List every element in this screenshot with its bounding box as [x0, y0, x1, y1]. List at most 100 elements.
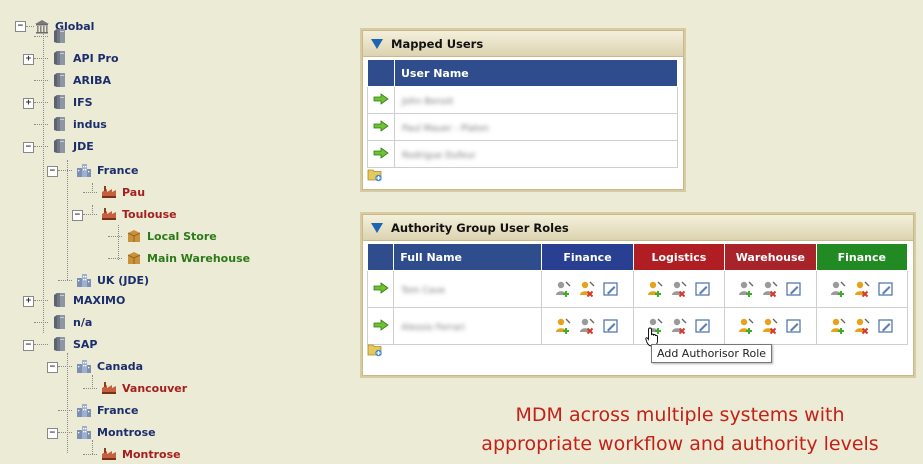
authority-table: Full Name Finance Logistics Warehouse Finan…: [366, 243, 909, 345]
column-header-group[interactable]: Warehouse: [724, 243, 817, 271]
collapse-toggle[interactable]: −: [47, 166, 58, 177]
collapse-toggle[interactable]: −: [47, 362, 58, 373]
tree-node-label: SAP: [73, 337, 98, 351]
tree-node[interactable]: Vancouver: [101, 378, 187, 398]
remove-role-icon[interactable]: [578, 317, 596, 335]
add-authorisor-role-icon[interactable]: [829, 280, 847, 298]
column-header-full-name[interactable]: Full Name: [393, 243, 543, 271]
server-icon: [52, 28, 68, 44]
mapped-users-header[interactable]: Mapped Users: [363, 31, 683, 57]
column-header-group[interactable]: Logistics: [632, 243, 726, 271]
tree-node[interactable]: Local Store: [126, 226, 217, 246]
remove-role-icon[interactable]: [670, 280, 688, 298]
edit-role-icon[interactable]: [694, 280, 712, 298]
expand-toggle[interactable]: +: [23, 98, 34, 109]
tree-node[interactable]: JDE: [52, 136, 94, 156]
authority-header[interactable]: Authority Group User Roles: [363, 215, 913, 241]
full-name: Tom Cave: [401, 285, 446, 296]
tree-node[interactable]: Toulouse: [101, 204, 177, 224]
collapse-toggle[interactable]: −: [72, 210, 83, 221]
column-header-user-name[interactable]: User Name: [394, 59, 678, 87]
tree-connector: [58, 432, 72, 433]
tree-node[interactable]: Canada: [76, 356, 143, 376]
tree-connector: [92, 375, 93, 389]
select-arrow-icon[interactable]: [373, 119, 389, 135]
select-arrow-icon[interactable]: [373, 318, 389, 334]
edit-role-icon[interactable]: [694, 317, 712, 335]
edit-role-icon[interactable]: [785, 317, 803, 335]
building-icon: [76, 402, 92, 418]
table-row[interactable]: John Benoit: [367, 86, 678, 114]
add-authorisor-role-icon[interactable]: [554, 317, 572, 335]
table-row[interactable]: Rodrigue Dufeur: [367, 140, 678, 168]
tree-node[interactable]: MAXIMO: [52, 290, 125, 310]
select-arrow-icon[interactable]: [373, 281, 389, 297]
server-icon: [52, 72, 68, 88]
edit-role-icon[interactable]: [877, 280, 895, 298]
select-arrow-icon[interactable]: [373, 92, 389, 108]
box-icon: [126, 250, 142, 266]
tree-node[interactable]: UK (JDE): [76, 270, 149, 290]
server-icon: [52, 50, 68, 66]
add-user-icon[interactable]: [367, 166, 383, 182]
tree-node-label: Local Store: [147, 229, 217, 243]
collapse-triangle-icon[interactable]: [371, 222, 383, 233]
collapse-toggle[interactable]: −: [47, 428, 58, 439]
tree-node[interactable]: France: [76, 400, 138, 420]
add-authorisor-role-icon[interactable]: [737, 317, 755, 335]
column-header-group[interactable]: Finance: [541, 243, 634, 271]
mapped-users-panel: Mapped Users User Name John Benoit Paul M…: [362, 30, 684, 190]
tree-node[interactable]: Montrose: [101, 444, 181, 464]
box-icon: [126, 228, 142, 244]
remove-role-icon[interactable]: [761, 280, 779, 298]
expand-toggle[interactable]: +: [23, 296, 34, 307]
add-authorisor-role-icon[interactable]: [554, 280, 572, 298]
expand-toggle[interactable]: +: [23, 54, 34, 65]
server-icon: [52, 116, 68, 132]
tree-connector: [83, 388, 97, 389]
collapse-toggle[interactable]: −: [23, 340, 34, 351]
edit-role-icon[interactable]: [785, 280, 803, 298]
select-arrow-icon[interactable]: [373, 146, 389, 162]
add-authorisor-role-icon[interactable]: [829, 317, 847, 335]
table-row[interactable]: Paul Mauer - Platon: [367, 113, 678, 141]
collapse-triangle-icon[interactable]: [371, 38, 383, 49]
full-name: Alessio Ferrari: [401, 322, 465, 333]
tree-connector: [118, 225, 119, 260]
table-row[interactable]: Alessio Ferrari: [366, 307, 909, 345]
tree-connector: [34, 102, 48, 103]
tree-connector: [58, 366, 72, 367]
collapse-toggle[interactable]: −: [23, 142, 34, 153]
add-authorisor-role-icon[interactable]: [737, 280, 755, 298]
column-header-group[interactable]: Finance: [815, 243, 909, 271]
tree-node[interactable]: ARIBA: [52, 70, 111, 90]
table-row[interactable]: Tom Cave: [366, 270, 909, 308]
remove-role-icon[interactable]: [853, 317, 871, 335]
edit-role-icon[interactable]: [602, 280, 620, 298]
remove-role-icon[interactable]: [578, 280, 596, 298]
tree-node-label: Montrose: [97, 425, 156, 439]
tree-node[interactable]: France: [76, 160, 138, 180]
collapse-toggle[interactable]: −: [15, 21, 26, 32]
tree-node[interactable]: indus: [52, 114, 107, 134]
tree-node[interactable]: [52, 26, 73, 46]
tree-node-label: France: [97, 163, 139, 177]
tree-node[interactable]: Montrose: [76, 422, 156, 442]
tree-node[interactable]: IFS: [52, 92, 93, 112]
tree-connector: [67, 353, 68, 453]
remove-role-icon[interactable]: [853, 280, 871, 298]
remove-role-icon[interactable]: [761, 317, 779, 335]
edit-role-icon[interactable]: [602, 317, 620, 335]
user-name: Rodrigue Dufeur: [402, 150, 476, 161]
tree-connector: [34, 322, 48, 323]
remove-role-icon[interactable]: [670, 317, 688, 335]
tree-node[interactable]: Main Warehouse: [126, 248, 250, 268]
tree-node[interactable]: n/a: [52, 312, 92, 332]
tree-node[interactable]: SAP: [52, 334, 98, 354]
tree-node[interactable]: Pau: [101, 182, 145, 202]
add-user-icon[interactable]: [367, 341, 383, 357]
add-authorisor-role-icon[interactable]: [646, 280, 664, 298]
factory-icon: [101, 206, 117, 222]
tree-node[interactable]: API Pro: [52, 48, 119, 68]
edit-role-icon[interactable]: [877, 317, 895, 335]
